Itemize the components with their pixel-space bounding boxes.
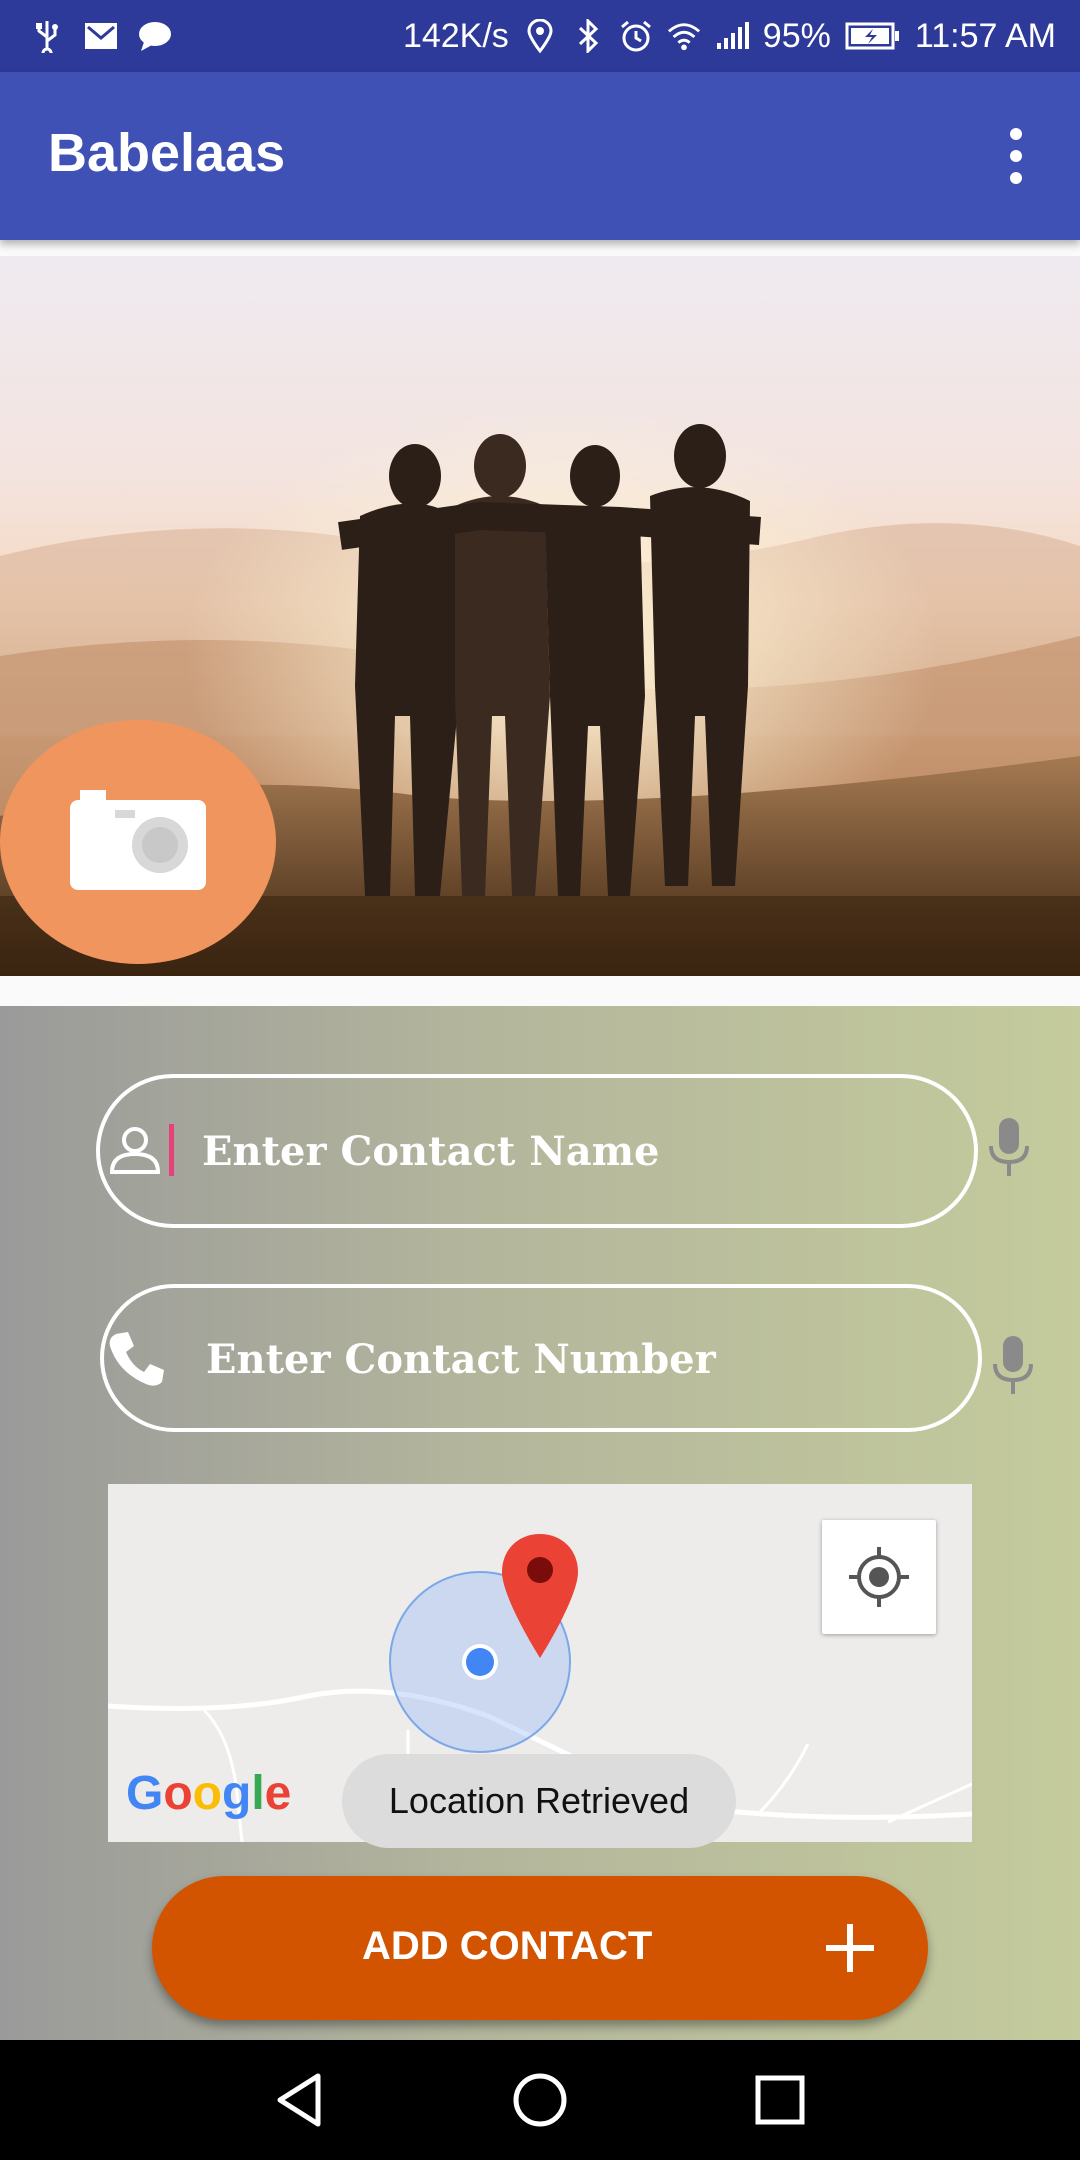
hero-image bbox=[0, 256, 1080, 976]
usb-icon bbox=[30, 19, 64, 53]
text-cursor bbox=[169, 1124, 174, 1176]
wifi-icon bbox=[667, 19, 701, 53]
alarm-icon bbox=[619, 19, 653, 53]
google-logo-letter: o bbox=[192, 1767, 222, 1820]
app-bar: Babelaas bbox=[0, 72, 1080, 240]
google-logo-letter: e bbox=[264, 1767, 292, 1820]
back-icon[interactable] bbox=[268, 2068, 332, 2132]
camera-button[interactable] bbox=[0, 720, 276, 964]
app-title: Babelaas bbox=[48, 123, 286, 183]
status-bar-system: 142K/s 95% 11:57 AM bbox=[403, 0, 1056, 72]
contact-name-placeholder: Enter Contact Name bbox=[202, 1128, 660, 1175]
status-bar-notifications bbox=[30, 0, 172, 72]
google-logo-letter: g bbox=[222, 1767, 252, 1820]
google-logo-letter: o bbox=[163, 1767, 193, 1820]
phone-icon bbox=[109, 1332, 164, 1386]
add-contact-label: ADD CONTACT bbox=[362, 1924, 653, 1968]
bluetooth-icon bbox=[571, 19, 605, 53]
message-icon bbox=[138, 19, 172, 53]
mic-icon[interactable] bbox=[984, 1116, 1034, 1180]
battery-icon bbox=[845, 19, 901, 53]
my-location-icon bbox=[849, 1547, 909, 1607]
my-location-button[interactable] bbox=[822, 1520, 936, 1634]
location-icon bbox=[523, 19, 557, 53]
camera-icon bbox=[70, 790, 206, 890]
add-contact-button[interactable]: ADD CONTACT bbox=[152, 1876, 928, 2020]
contact-number-placeholder: Enter Contact Number bbox=[206, 1336, 716, 1383]
map-pin-icon[interactable] bbox=[500, 1532, 580, 1660]
mic-icon[interactable] bbox=[988, 1334, 1038, 1398]
google-logo: Google bbox=[126, 1766, 291, 1821]
signal-icon bbox=[715, 19, 749, 53]
plus-icon bbox=[826, 1924, 874, 1972]
home-icon[interactable] bbox=[508, 2068, 572, 2132]
person-icon bbox=[109, 1127, 161, 1174]
status-bar: 142K/s 95% 11:57 AM bbox=[0, 0, 1080, 72]
battery-percent: 95% bbox=[762, 16, 831, 55]
navigation-bar bbox=[0, 2040, 1080, 2160]
gmail-icon bbox=[84, 19, 118, 53]
recents-icon[interactable] bbox=[748, 2068, 812, 2132]
google-logo-letter: G bbox=[126, 1767, 164, 1820]
google-logo-letter: l bbox=[251, 1767, 265, 1820]
clock: 11:57 AM bbox=[914, 16, 1056, 55]
net-speed: 142K/s bbox=[402, 16, 509, 55]
more-vert-icon[interactable] bbox=[980, 120, 1052, 192]
toast-message: Location Retrieved bbox=[342, 1754, 736, 1848]
